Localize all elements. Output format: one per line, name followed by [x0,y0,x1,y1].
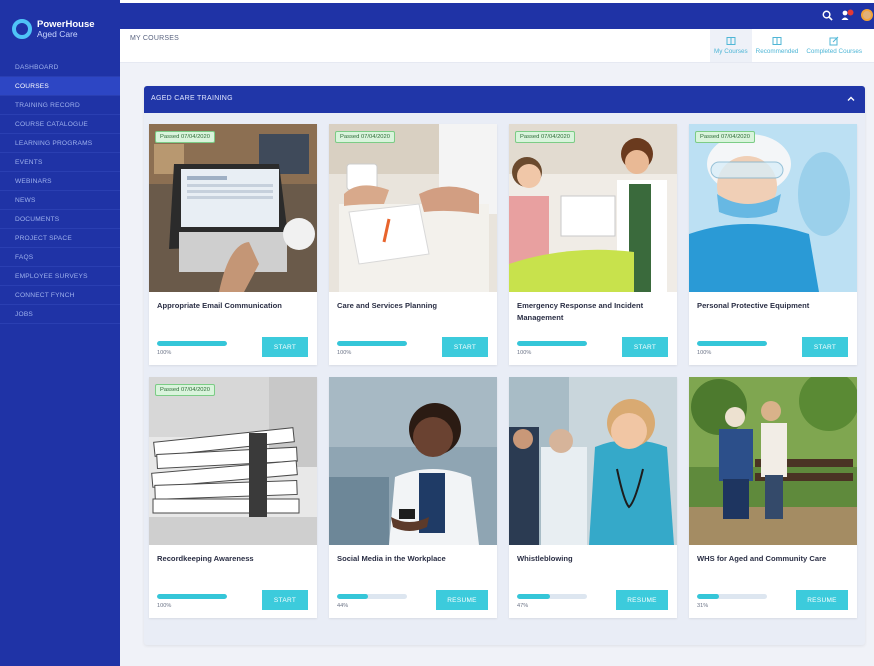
course-image: Passed 07/04/2020 [149,124,317,292]
brand-logo[interactable]: PowerHouse Aged Care [12,14,112,44]
course-card[interactable]: Passed 07/04/2020 Personal Protective Eq… [689,124,857,365]
avatar [861,9,873,21]
notification-icon[interactable] [840,8,854,22]
course-card[interactable]: Passed 07/04/2020 Emergency Response and… [509,124,677,365]
search-icon[interactable] [820,8,834,22]
progress-bar [697,341,767,346]
progress-bar [517,341,587,346]
course-image [689,377,857,545]
progress-label: 100% [337,350,352,356]
tab-label: Completed Courses [806,48,862,55]
progress-bar [157,594,227,599]
progress-bar [337,341,407,346]
course-card[interactable]: WHS for Aged and Community Care 31% RESU… [689,377,857,618]
progress-label: 47% [517,603,529,609]
progress-label: 44% [337,603,349,609]
sidebar: PowerHouse Aged Care DASHBOARD COURSES T… [0,0,120,666]
main-content: AGED CARE TRAINING Passed 07/04/2020 App… [120,63,874,666]
user-avatar[interactable] [860,8,874,22]
tab-completed-courses[interactable]: Completed Courses [802,29,866,62]
page-header: MY COURSES My Courses Recommended Comple… [120,29,874,63]
sidebar-item-jobs[interactable]: JOBS [0,305,120,324]
sidebar-item-training-record[interactable]: TRAINING RECORD [0,96,120,115]
sidebar-nav: DASHBOARD COURSES TRAINING RECORD COURSE… [0,58,120,324]
start-button[interactable]: START [622,337,668,357]
edit-icon [829,36,839,46]
progress-label: 31% [697,603,709,609]
progress-label: 100% [157,603,172,609]
top-bar [120,3,874,29]
sidebar-item-course-catalogue[interactable]: COURSE CATALOGUE [0,115,120,134]
course-title: Emergency Response and Incident Manageme… [517,301,644,322]
course-image [329,377,497,545]
progress-bar [517,594,587,599]
course-image: Passed 07/04/2020 [329,124,497,292]
sidebar-item-events[interactable]: EVENTS [0,153,120,172]
section-header[interactable]: AGED CARE TRAINING [144,86,865,113]
sidebar-item-faqs[interactable]: FAQS [0,248,120,267]
sidebar-item-project-space[interactable]: PROJECT SPACE [0,229,120,248]
course-card[interactable]: Whistleblowing 47% RESUME [509,377,677,618]
course-title: Appropriate Email Communication [157,301,282,310]
course-image: Passed 07/04/2020 [509,124,677,292]
page-title: MY COURSES [130,35,179,42]
brand-subtitle: Aged Care [37,28,78,39]
course-image [509,377,677,545]
course-title: Social Media in the Workplace [337,554,446,563]
progress-bar [157,341,227,346]
sidebar-item-documents[interactable]: DOCUMENTS [0,210,120,229]
course-title: WHS for Aged and Community Care [697,554,827,563]
course-image: Passed 07/04/2020 [689,124,857,292]
resume-button[interactable]: RESUME [616,590,668,610]
sidebar-item-dashboard[interactable]: DASHBOARD [0,58,120,77]
start-button[interactable]: START [442,337,488,357]
section-title: AGED CARE TRAINING [151,95,233,102]
course-section-panel: AGED CARE TRAINING Passed 07/04/2020 App… [144,86,865,645]
passed-badge: Passed 07/04/2020 [155,384,215,396]
course-card[interactable]: Passed 07/04/2020 Appropriate Email Comm… [149,124,317,365]
sidebar-item-courses[interactable]: COURSES [0,77,120,96]
course-image: Passed 07/04/2020 [149,377,317,545]
course-title: Personal Protective Equipment [697,301,810,310]
tab-label: Recommended [755,48,799,55]
logo-icon [12,19,32,39]
sidebar-item-learning-programs[interactable]: LEARNING PROGRAMS [0,134,120,153]
progress-bar [697,594,767,599]
resume-button[interactable]: RESUME [436,590,488,610]
tab-label: My Courses [714,48,748,55]
tab-my-courses[interactable]: My Courses [710,29,752,62]
progress-label: 100% [697,350,712,356]
start-button[interactable]: START [262,337,308,357]
start-button[interactable]: START [262,590,308,610]
progress-bar [337,594,407,599]
course-title: Whistleblowing [517,554,573,563]
resume-button[interactable]: RESUME [796,590,848,610]
chevron-up-icon[interactable] [846,94,856,104]
sidebar-item-webinars[interactable]: WEBINARS [0,172,120,191]
course-title: Recordkeeping Awareness [157,554,254,563]
book-icon [726,37,736,45]
course-card[interactable]: Passed 07/04/2020 Recordkeeping Awarenes… [149,377,317,618]
sidebar-item-connect-fynch[interactable]: CONNECT FYNCH [0,286,120,305]
book-icon [772,37,782,45]
passed-badge: Passed 07/04/2020 [695,131,755,143]
passed-badge: Passed 07/04/2020 [335,131,395,143]
sidebar-item-news[interactable]: NEWS [0,191,120,210]
start-button[interactable]: START [802,337,848,357]
course-card[interactable]: Social Media in the Workplace 44% RESUME [329,377,497,618]
sidebar-item-employee-surveys[interactable]: EMPLOYEE SURVEYS [0,267,120,286]
progress-label: 100% [517,350,532,356]
passed-badge: Passed 07/04/2020 [155,131,215,143]
tab-recommended[interactable]: Recommended [752,29,803,62]
course-tabs: My Courses Recommended Completed Courses [710,29,866,62]
course-grid: Passed 07/04/2020 Appropriate Email Comm… [149,124,859,618]
passed-badge: Passed 07/04/2020 [515,131,575,143]
course-card[interactable]: Passed 07/04/2020 Care and Services Plan… [329,124,497,365]
course-title: Care and Services Planning [337,301,438,310]
progress-label: 100% [157,350,172,356]
